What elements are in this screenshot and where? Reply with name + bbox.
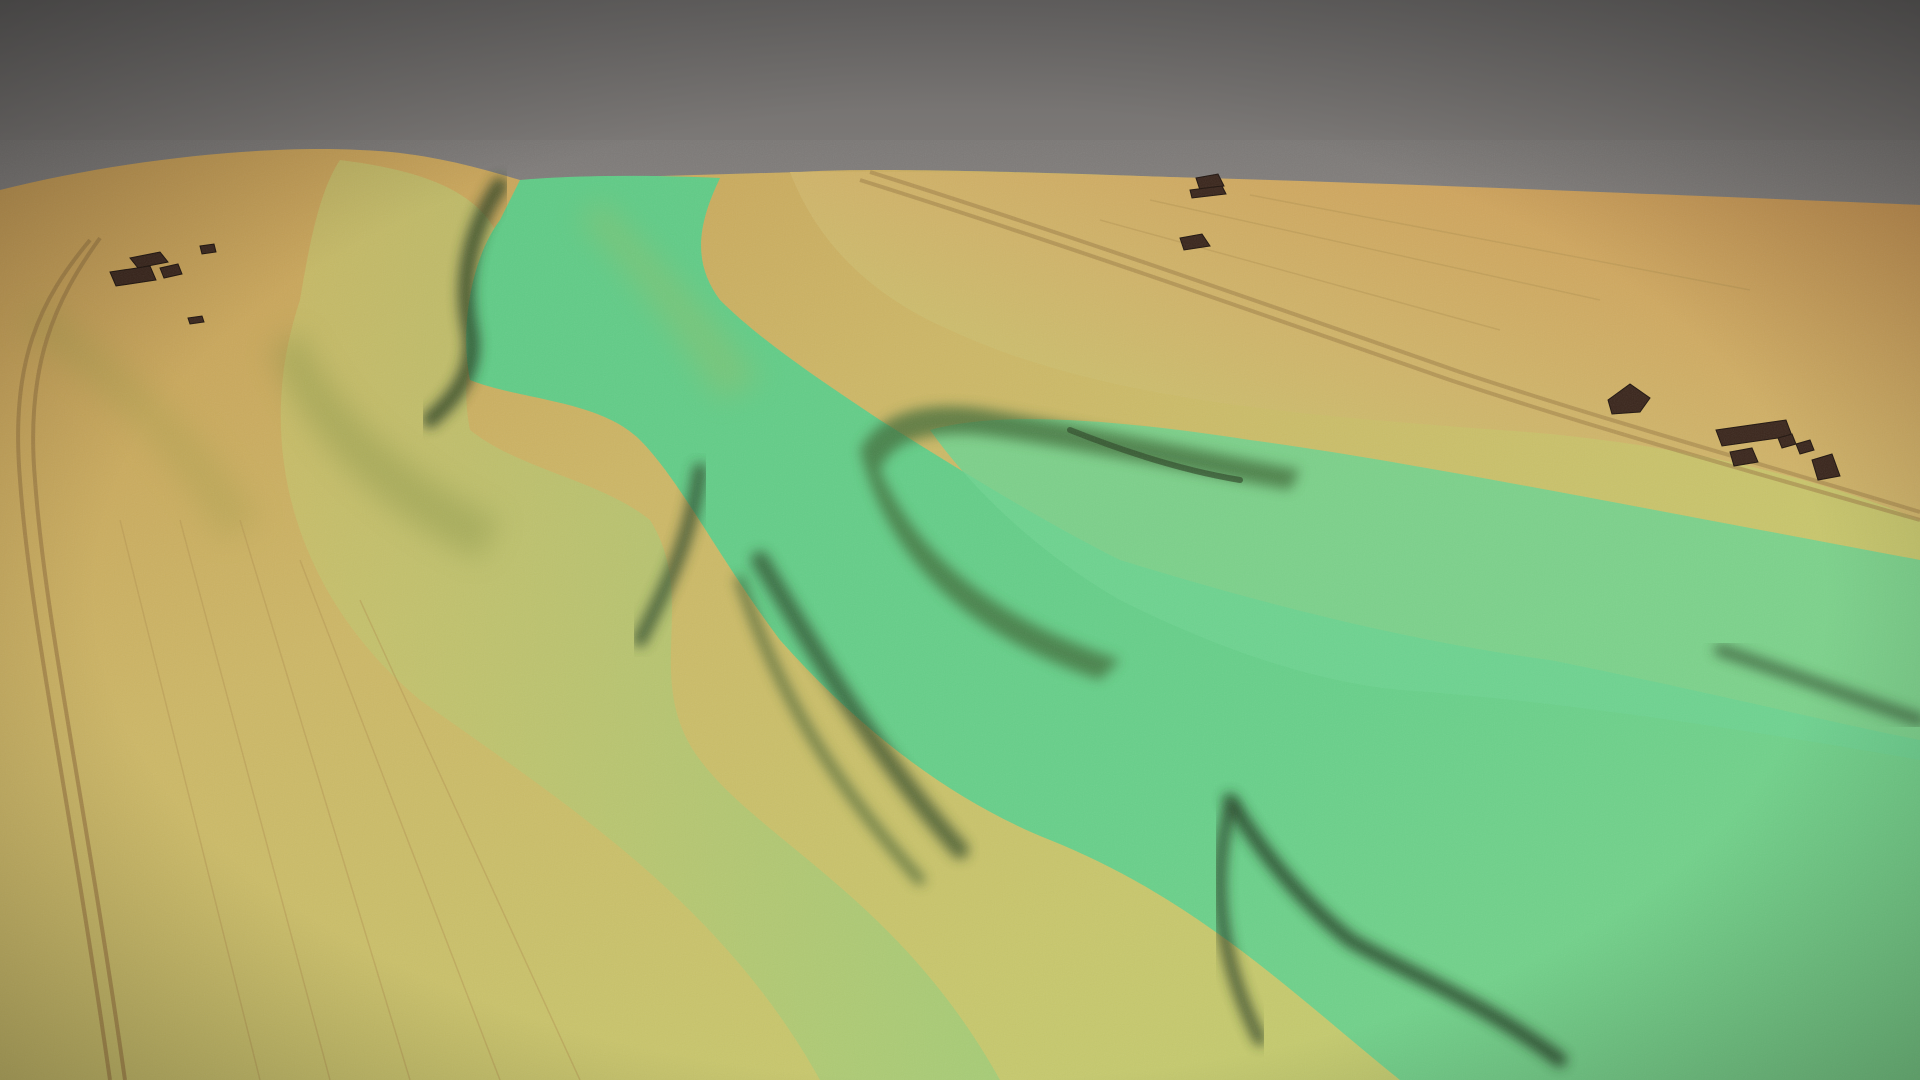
terrain-render [0,0,1920,1080]
vignette [0,0,1920,1080]
terrain-viewport[interactable] [0,0,1920,1080]
